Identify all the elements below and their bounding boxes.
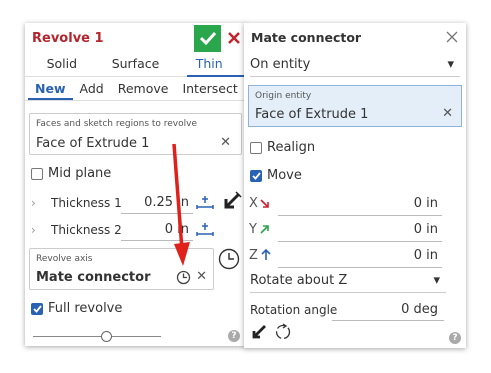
mate-titlebar: Mate connector: [244, 23, 466, 51]
angle-slider[interactable]: [33, 329, 161, 343]
full-revolve-box[interactable]: [31, 302, 43, 315]
y-offset-row[interactable]: Y 0 in: [248, 219, 462, 243]
caret-down-icon: ▾: [433, 273, 440, 288]
realign-box[interactable]: [250, 141, 262, 154]
mid-plane-checkbox[interactable]: Mid plane: [31, 166, 111, 181]
help-icon[interactable]: ?: [449, 332, 461, 344]
mate-connector-panel: Mate connector On entity ▾ Origin entity…: [244, 23, 466, 348]
rotate-dropdown[interactable]: Rotate about Z ▾: [250, 269, 446, 293]
accept-button[interactable]: [194, 24, 221, 52]
help-icon[interactable]: ?: [228, 330, 240, 342]
annotation-arrow: [172, 143, 190, 266]
move-label: Move: [267, 168, 302, 183]
move-checkbox[interactable]: Move: [250, 168, 302, 183]
revolve-title: Revolve 1: [32, 30, 104, 46]
operation-tabs: New Add Remove Intersect: [25, 77, 246, 101]
rotation-underline: [332, 320, 444, 321]
axis-label: Revolve axis: [36, 254, 93, 264]
full-revolve-checkbox[interactable]: Full revolve: [31, 301, 122, 316]
checkmark-icon: [251, 171, 261, 180]
z-underline: [278, 267, 442, 268]
on-entity-dropdown[interactable]: On entity ▾: [250, 53, 460, 77]
realign-label: Realign: [267, 140, 316, 155]
faces-value: Face of Extrude 1: [36, 136, 150, 151]
x-offset-row[interactable]: X 0 in: [248, 193, 462, 217]
close-icon[interactable]: [446, 31, 458, 43]
faces-field[interactable]: Faces and sketch regions to revolve Face…: [29, 113, 242, 155]
mate-connector-icon[interactable]: [176, 270, 191, 285]
thickness2-label: Thickness 2: [51, 223, 122, 237]
mate-title: Mate connector: [251, 29, 362, 45]
full-revolve-label: Full revolve: [48, 301, 123, 316]
tab-solid[interactable]: Solid: [25, 53, 99, 76]
rotation-label: Rotation angle: [250, 303, 338, 317]
clear-origin-icon[interactable]: ✕: [442, 106, 453, 121]
on-entity-value: On entity: [250, 57, 311, 72]
checkmark-icon: [199, 31, 216, 45]
revolve-titlebar: Revolve 1: [25, 23, 246, 53]
z-offset-row[interactable]: Z 0 in: [248, 245, 462, 269]
slider-thumb[interactable]: [100, 331, 112, 342]
caret-down-icon: ▾: [447, 57, 454, 72]
cancel-button[interactable]: [226, 30, 242, 46]
tab-surface[interactable]: Surface: [99, 53, 173, 76]
tab-intersect[interactable]: Intersect: [175, 77, 244, 100]
type-tabs: Solid Surface Thin: [25, 53, 246, 77]
direction-arrow-icon[interactable]: [222, 191, 242, 211]
origin-value: Face of Extrude 1: [255, 107, 369, 122]
close-icon: [228, 32, 240, 44]
z-label: Z: [249, 248, 258, 263]
thickness1-label: Thickness 1: [51, 196, 122, 210]
rotation-value[interactable]: 0 deg: [401, 302, 438, 317]
z-value[interactable]: 0 in: [414, 248, 438, 263]
rotate-value: Rotate about Z: [250, 273, 348, 288]
origin-entity-field[interactable]: Origin entity Face of Extrude 1 ✕: [248, 85, 462, 127]
reorient-icon[interactable]: [274, 323, 292, 341]
origin-label: Origin entity: [255, 91, 312, 101]
revolve-axis-icon[interactable]: [218, 248, 240, 270]
revolve-panel: Revolve 1 Solid Surface Thin New Add Rem…: [25, 23, 246, 346]
move-box[interactable]: [250, 169, 262, 182]
x-value[interactable]: 0 in: [414, 196, 438, 211]
x-underline: [278, 215, 442, 216]
tab-new[interactable]: New: [28, 77, 73, 100]
axis-value: Mate connector: [36, 270, 151, 285]
y-label: Y: [249, 222, 257, 237]
flip-arrow-icon[interactable]: [250, 323, 268, 341]
faces-label: Faces and sketch regions to revolve: [36, 119, 197, 129]
z-axis-arrow-icon: [261, 248, 271, 260]
y-value[interactable]: 0 in: [414, 222, 438, 237]
y-underline: [278, 241, 442, 242]
opposite-direction-icon[interactable]: [195, 194, 215, 212]
mid-plane-box[interactable]: [31, 167, 43, 180]
tab-thin[interactable]: Thin: [172, 53, 246, 76]
mid-plane-label: Mid plane: [48, 166, 112, 181]
opposite-direction-icon[interactable]: [195, 221, 215, 239]
y-axis-arrow-icon: [260, 225, 269, 234]
slider-track: [33, 336, 161, 337]
realign-checkbox[interactable]: Realign: [250, 140, 315, 155]
tab-remove[interactable]: Remove: [111, 77, 176, 100]
checkmark-icon: [32, 304, 42, 313]
clear-faces-icon[interactable]: ✕: [220, 135, 231, 150]
x-axis-arrow-icon: [260, 199, 269, 208]
chevron-right-icon[interactable]: ›: [31, 196, 49, 210]
chevron-right-icon[interactable]: ›: [31, 223, 49, 237]
x-label: X: [249, 196, 258, 211]
tab-add[interactable]: Add: [73, 77, 111, 100]
clear-axis-icon[interactable]: ✕: [196, 269, 207, 284]
